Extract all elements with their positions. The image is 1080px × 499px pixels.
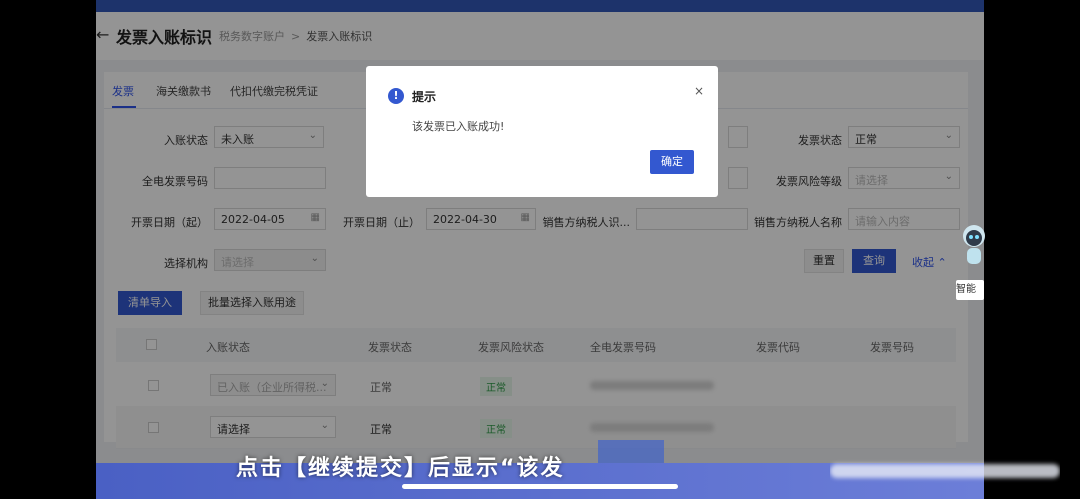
video-caption: 点击【继续提交】后显示“该发 <box>236 456 565 481</box>
alert-dialog: ! 提示 × 该发票已入账成功! 确定 <box>366 66 718 197</box>
info-icon: ! <box>388 88 404 104</box>
assistant-label[interactable]: 智能 <box>956 280 984 300</box>
dialog-title: 提示 <box>412 90 437 104</box>
home-indicator[interactable] <box>402 484 678 489</box>
confirm-button[interactable]: 确定 <box>650 150 694 174</box>
app-screen: ← 发票入账标识 税务数字账户 > 发票入账标识 发票 海关缴款书 代扣代缴完税凭证… <box>96 0 984 499</box>
close-icon[interactable]: × <box>694 84 704 98</box>
blurred-watermark <box>830 464 1060 478</box>
dialog-message: 该发票已入账成功! <box>412 120 505 133</box>
assistant-mascot-icon[interactable] <box>958 222 986 272</box>
